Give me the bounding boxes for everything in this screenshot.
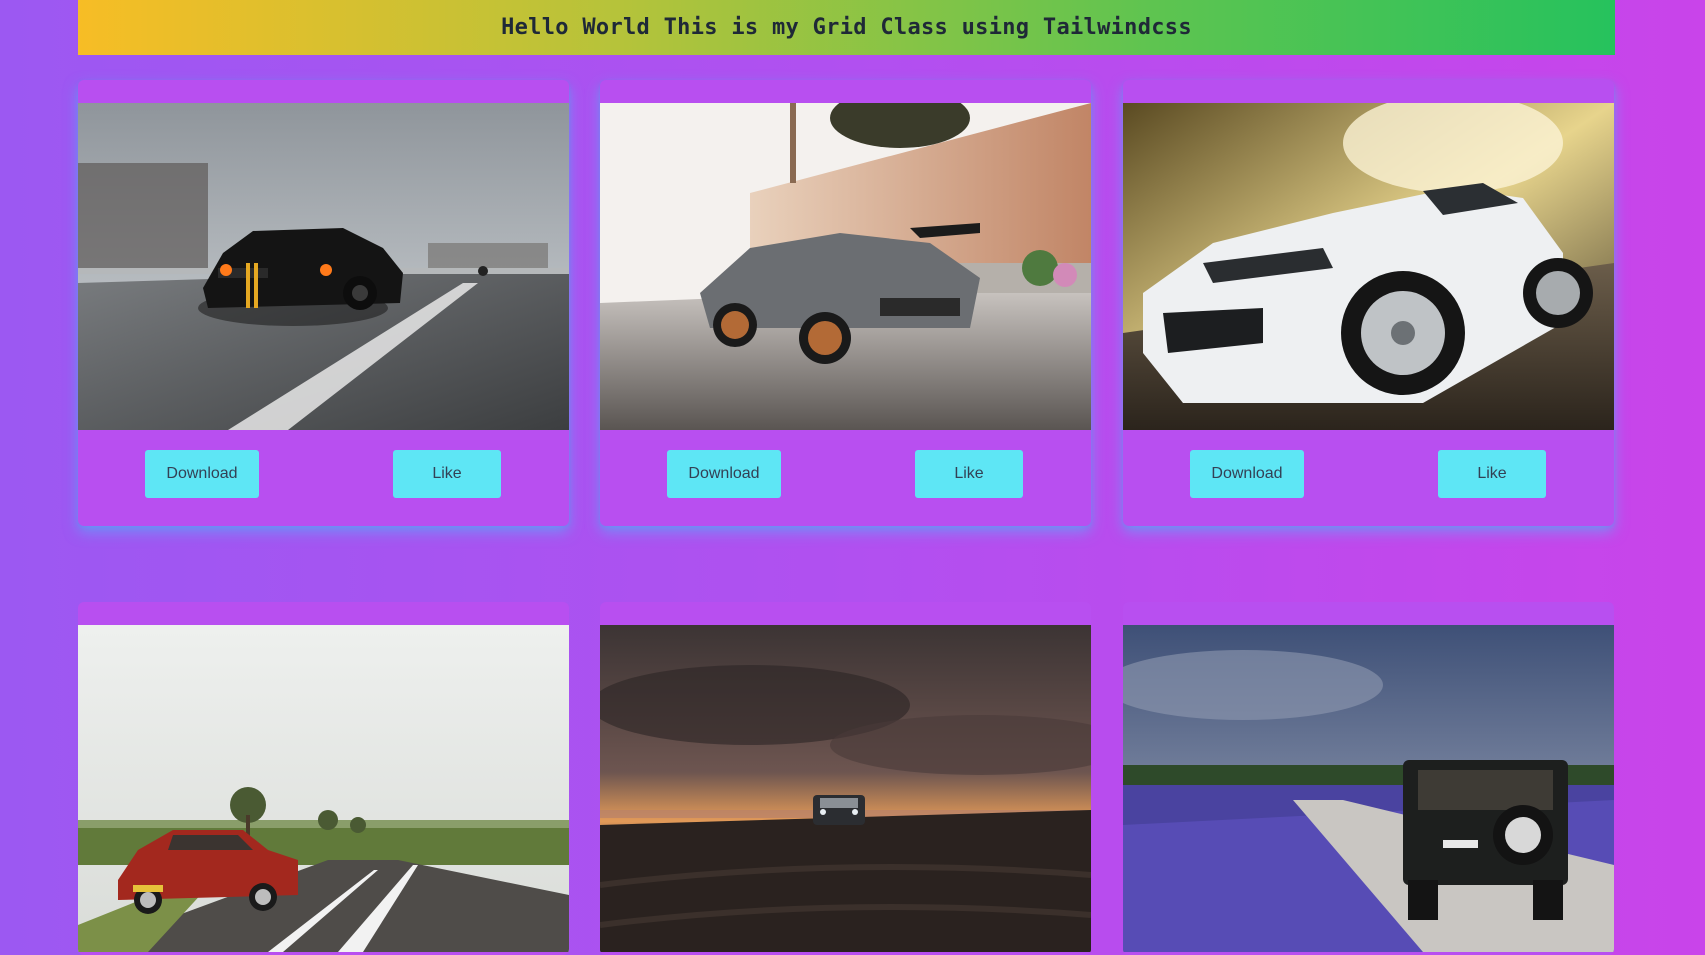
car-card [78,602,569,955]
car-card [600,602,1091,955]
car-card: Download Like [78,80,569,526]
download-button[interactable]: Download [667,450,781,498]
car-card: Download Like [600,80,1091,526]
car-image-white-sports-car [1123,103,1614,430]
car-card [1123,602,1614,955]
download-button[interactable]: Download [145,450,259,498]
car-image-suv-at-sunset [600,625,1091,952]
page-header: Hello World This is my Grid Class using … [78,0,1615,55]
page-title: Hello World This is my Grid Class using … [501,15,1192,40]
like-button[interactable]: Like [393,450,501,498]
car-image-grey-supercar [600,103,1091,430]
car-card: Download Like [1123,80,1614,526]
like-button[interactable]: Like [1438,450,1546,498]
download-button[interactable]: Download [1190,450,1304,498]
car-image-offroad-jeep [1123,625,1614,952]
like-button[interactable]: Like [915,450,1023,498]
car-image-black-muscle-car [78,103,569,430]
car-image-red-sedan [78,625,569,952]
